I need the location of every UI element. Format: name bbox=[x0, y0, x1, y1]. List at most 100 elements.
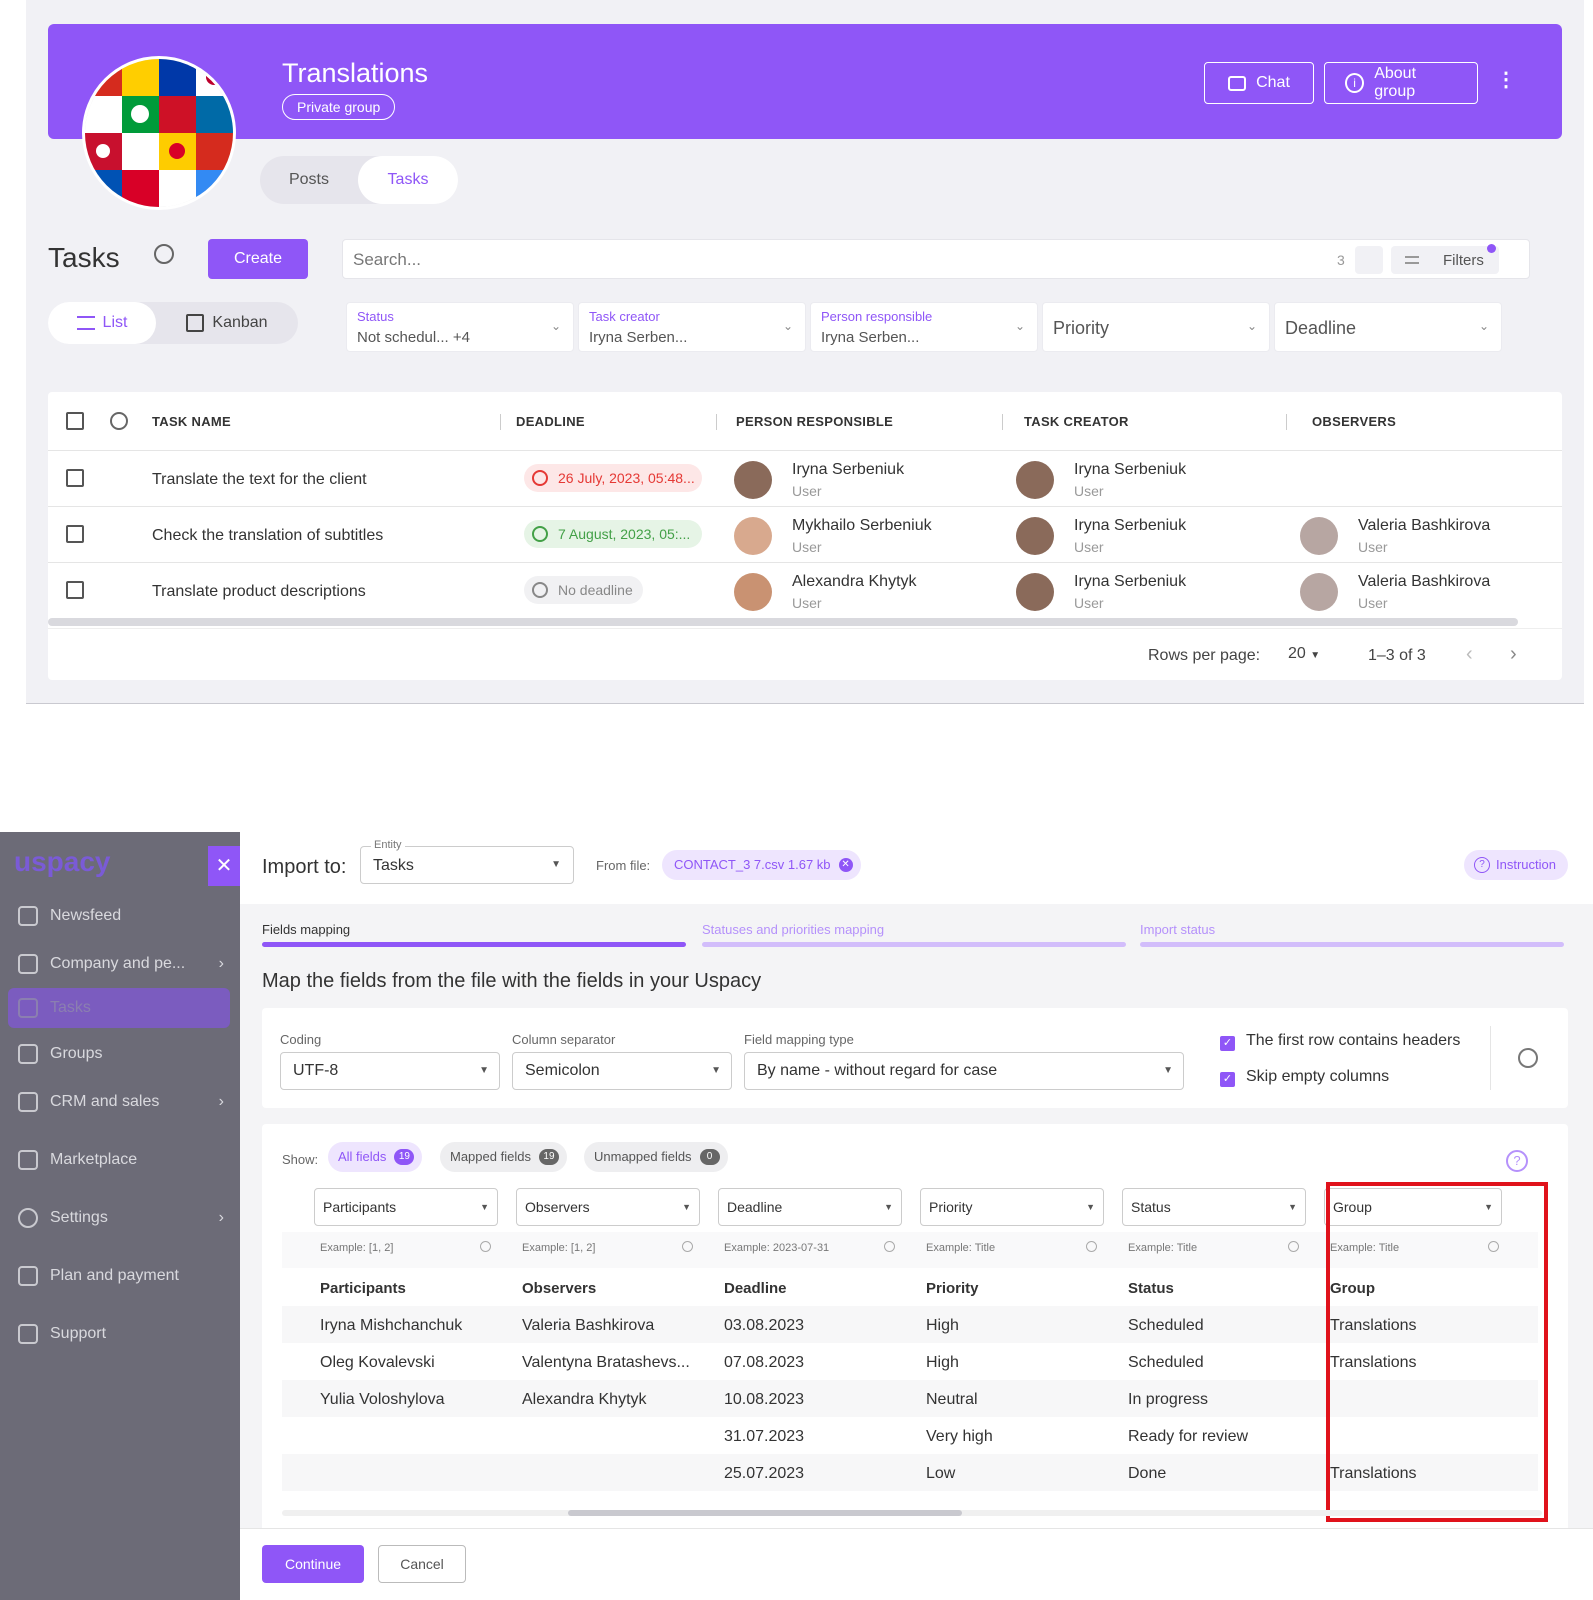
create-button[interactable]: Create bbox=[208, 239, 308, 279]
step-fields-mapping[interactable]: Fields mapping bbox=[262, 922, 350, 937]
entity-value: Tasks bbox=[373, 857, 414, 874]
tasks-settings-icon[interactable] bbox=[154, 244, 174, 264]
header-observers[interactable]: OBSERVERS bbox=[1312, 414, 1396, 429]
sidebar-item-settings[interactable]: Settings › bbox=[18, 1198, 224, 1238]
cell-status: Done bbox=[1128, 1465, 1167, 1482]
responsible-name[interactable]: Alexandra Khytyk bbox=[792, 573, 917, 591]
view-kanban[interactable]: Kanban bbox=[156, 302, 298, 344]
tab-posts[interactable]: Posts bbox=[260, 156, 358, 204]
field-value: Priority bbox=[929, 1199, 973, 1215]
avatar bbox=[734, 573, 772, 611]
field-select-participants[interactable]: Participants ▼ bbox=[314, 1188, 498, 1226]
filters-button[interactable]: Filters bbox=[1391, 244, 1499, 274]
mapping-horizontal-scrollbar[interactable] bbox=[282, 1510, 1542, 1516]
row-checkbox[interactable] bbox=[66, 469, 84, 487]
filter-priority[interactable]: Priority ⌄ bbox=[1042, 302, 1270, 352]
table-row[interactable]: Check the translation of subtitles 7 Aug… bbox=[48, 506, 1562, 562]
step-statuses-mapping[interactable]: Statuses and priorities mapping bbox=[702, 922, 884, 937]
observer-name[interactable]: Valeria Bashkirova bbox=[1358, 573, 1490, 591]
about-group-button[interactable]: i About group bbox=[1324, 62, 1478, 104]
creator-name[interactable]: Iryna Serbeniuk bbox=[1074, 573, 1186, 591]
scrollbar-thumb[interactable] bbox=[568, 1510, 962, 1516]
cell-deadline: 07.08.2023 bbox=[724, 1354, 805, 1371]
sidebar-item-newsfeed[interactable]: Newsfeed bbox=[18, 896, 224, 936]
group-avatar bbox=[82, 56, 236, 210]
creator-name[interactable]: Iryna Serbeniuk bbox=[1074, 517, 1186, 535]
help-icon[interactable]: ? bbox=[1506, 1150, 1528, 1172]
field-select-observers[interactable]: Observers ▼ bbox=[516, 1188, 700, 1226]
chat-button[interactable]: Chat bbox=[1204, 62, 1314, 104]
filter-creator-value: Iryna Serben... bbox=[589, 329, 688, 346]
columns-settings-icon[interactable] bbox=[110, 412, 128, 430]
table-horizontal-scrollbar[interactable] bbox=[48, 618, 1518, 626]
separator-select[interactable]: Semicolon ▼ bbox=[512, 1052, 732, 1090]
skip-empty-checkbox[interactable]: ✓ bbox=[1220, 1072, 1235, 1087]
next-page-icon[interactable]: › bbox=[1510, 643, 1517, 666]
search-input[interactable]: Search... bbox=[353, 250, 421, 270]
select-all-checkbox[interactable] bbox=[66, 412, 84, 430]
header-deadline[interactable]: DEADLINE bbox=[516, 414, 585, 429]
task-name[interactable]: Translate product descriptions bbox=[152, 583, 366, 601]
file-chip: CONTACT_3 7.csv 1.67 kb ✕ bbox=[662, 850, 861, 880]
field-select-priority[interactable]: Priority ▼ bbox=[920, 1188, 1104, 1226]
header-task-creator[interactable]: TASK CREATOR bbox=[1024, 414, 1129, 429]
field-select-status[interactable]: Status ▼ bbox=[1122, 1188, 1306, 1226]
sidebar-item-support[interactable]: Support bbox=[18, 1314, 224, 1354]
filter-person-responsible[interactable]: Person responsible Iryna Serben... ⌄ bbox=[810, 302, 1038, 352]
import-title: Import to: bbox=[262, 856, 347, 878]
continue-button[interactable]: Continue bbox=[262, 1545, 364, 1583]
creator-role: User bbox=[1074, 595, 1104, 611]
filter-status[interactable]: Status Not schedul... +4 ⌄ bbox=[346, 302, 574, 352]
headers-checkbox[interactable]: ✓ bbox=[1220, 1036, 1235, 1051]
sidebar-item-marketplace[interactable]: Marketplace bbox=[18, 1140, 224, 1180]
table-row[interactable]: Translate product descriptions No deadli… bbox=[48, 562, 1562, 618]
responsible-name[interactable]: Mykhailo Serbeniuk bbox=[792, 517, 932, 535]
tab-tasks[interactable]: Tasks bbox=[358, 156, 458, 204]
sidebar-item-tasks[interactable]: Tasks bbox=[8, 988, 230, 1028]
filter-status-label: Status bbox=[357, 309, 394, 324]
task-name[interactable]: Check the translation of subtitles bbox=[152, 527, 383, 545]
row-checkbox[interactable] bbox=[66, 581, 84, 599]
close-icon[interactable]: ✕ bbox=[208, 846, 240, 886]
view-list[interactable]: List bbox=[48, 302, 156, 344]
entity-select[interactable]: Entity Tasks ▼ bbox=[360, 839, 574, 884]
rows-per-page-select[interactable]: 20 ▼ bbox=[1288, 645, 1320, 663]
caret-down-icon: ▼ bbox=[884, 1202, 893, 1212]
step-import-status[interactable]: Import status bbox=[1140, 922, 1215, 937]
header-person-responsible[interactable]: PERSON RESPONSIBLE bbox=[736, 414, 893, 429]
cell-priority: Very high bbox=[926, 1428, 993, 1445]
gear-icon[interactable] bbox=[1518, 1048, 1538, 1068]
observer-name[interactable]: Valeria Bashkirova bbox=[1358, 517, 1490, 535]
coding-value: UTF-8 bbox=[293, 1062, 339, 1079]
example-text: Example: Title bbox=[926, 1242, 996, 1254]
avatar bbox=[734, 461, 772, 499]
chip-unmapped-fields[interactable]: Unmapped fields 0 bbox=[584, 1142, 728, 1172]
sidebar-item-crm[interactable]: CRM and sales › bbox=[18, 1082, 224, 1122]
filter-task-creator[interactable]: Task creator Iryna Serben... ⌄ bbox=[578, 302, 806, 352]
responsible-name[interactable]: Iryna Serbeniuk bbox=[792, 461, 904, 479]
filter-deadline[interactable]: Deadline ⌄ bbox=[1274, 302, 1502, 352]
prev-page-icon[interactable]: ‹ bbox=[1466, 643, 1473, 666]
row-checkbox[interactable] bbox=[66, 525, 84, 543]
import-footer: Continue Cancel bbox=[240, 1528, 1593, 1600]
sidebar-item-plan[interactable]: Plan and payment bbox=[18, 1256, 224, 1296]
remove-file-icon[interactable]: ✕ bbox=[838, 858, 853, 872]
mapping-type-select[interactable]: By name - without regard for case ▼ bbox=[744, 1052, 1184, 1090]
cancel-button[interactable]: Cancel bbox=[378, 1545, 466, 1583]
task-name[interactable]: Translate the text for the client bbox=[152, 471, 367, 489]
avatar bbox=[1300, 573, 1338, 611]
eraser-icon[interactable] bbox=[1355, 246, 1383, 274]
chip-all-fields[interactable]: All fields 19 bbox=[328, 1142, 423, 1172]
filter-responsible-value: Iryna Serben... bbox=[821, 329, 920, 346]
field-select-deadline[interactable]: Deadline ▼ bbox=[718, 1188, 902, 1226]
instruction-button[interactable]: ? Instruction bbox=[1464, 850, 1568, 880]
chip-mapped-fields[interactable]: Mapped fields 19 bbox=[440, 1142, 567, 1172]
sidebar-item-groups[interactable]: Groups bbox=[18, 1034, 224, 1074]
table-row[interactable]: Translate the text for the client 26 Jul… bbox=[48, 450, 1562, 506]
coding-select[interactable]: UTF-8 ▼ bbox=[280, 1052, 500, 1090]
creator-name[interactable]: Iryna Serbeniuk bbox=[1074, 461, 1186, 479]
more-options-icon[interactable]: ⋮ bbox=[1496, 70, 1516, 90]
rows-per-page-label: Rows per page: bbox=[1148, 647, 1261, 664]
header-task-name[interactable]: TASK NAME bbox=[152, 414, 231, 429]
sidebar-item-company[interactable]: Company and pe... › bbox=[18, 944, 224, 984]
